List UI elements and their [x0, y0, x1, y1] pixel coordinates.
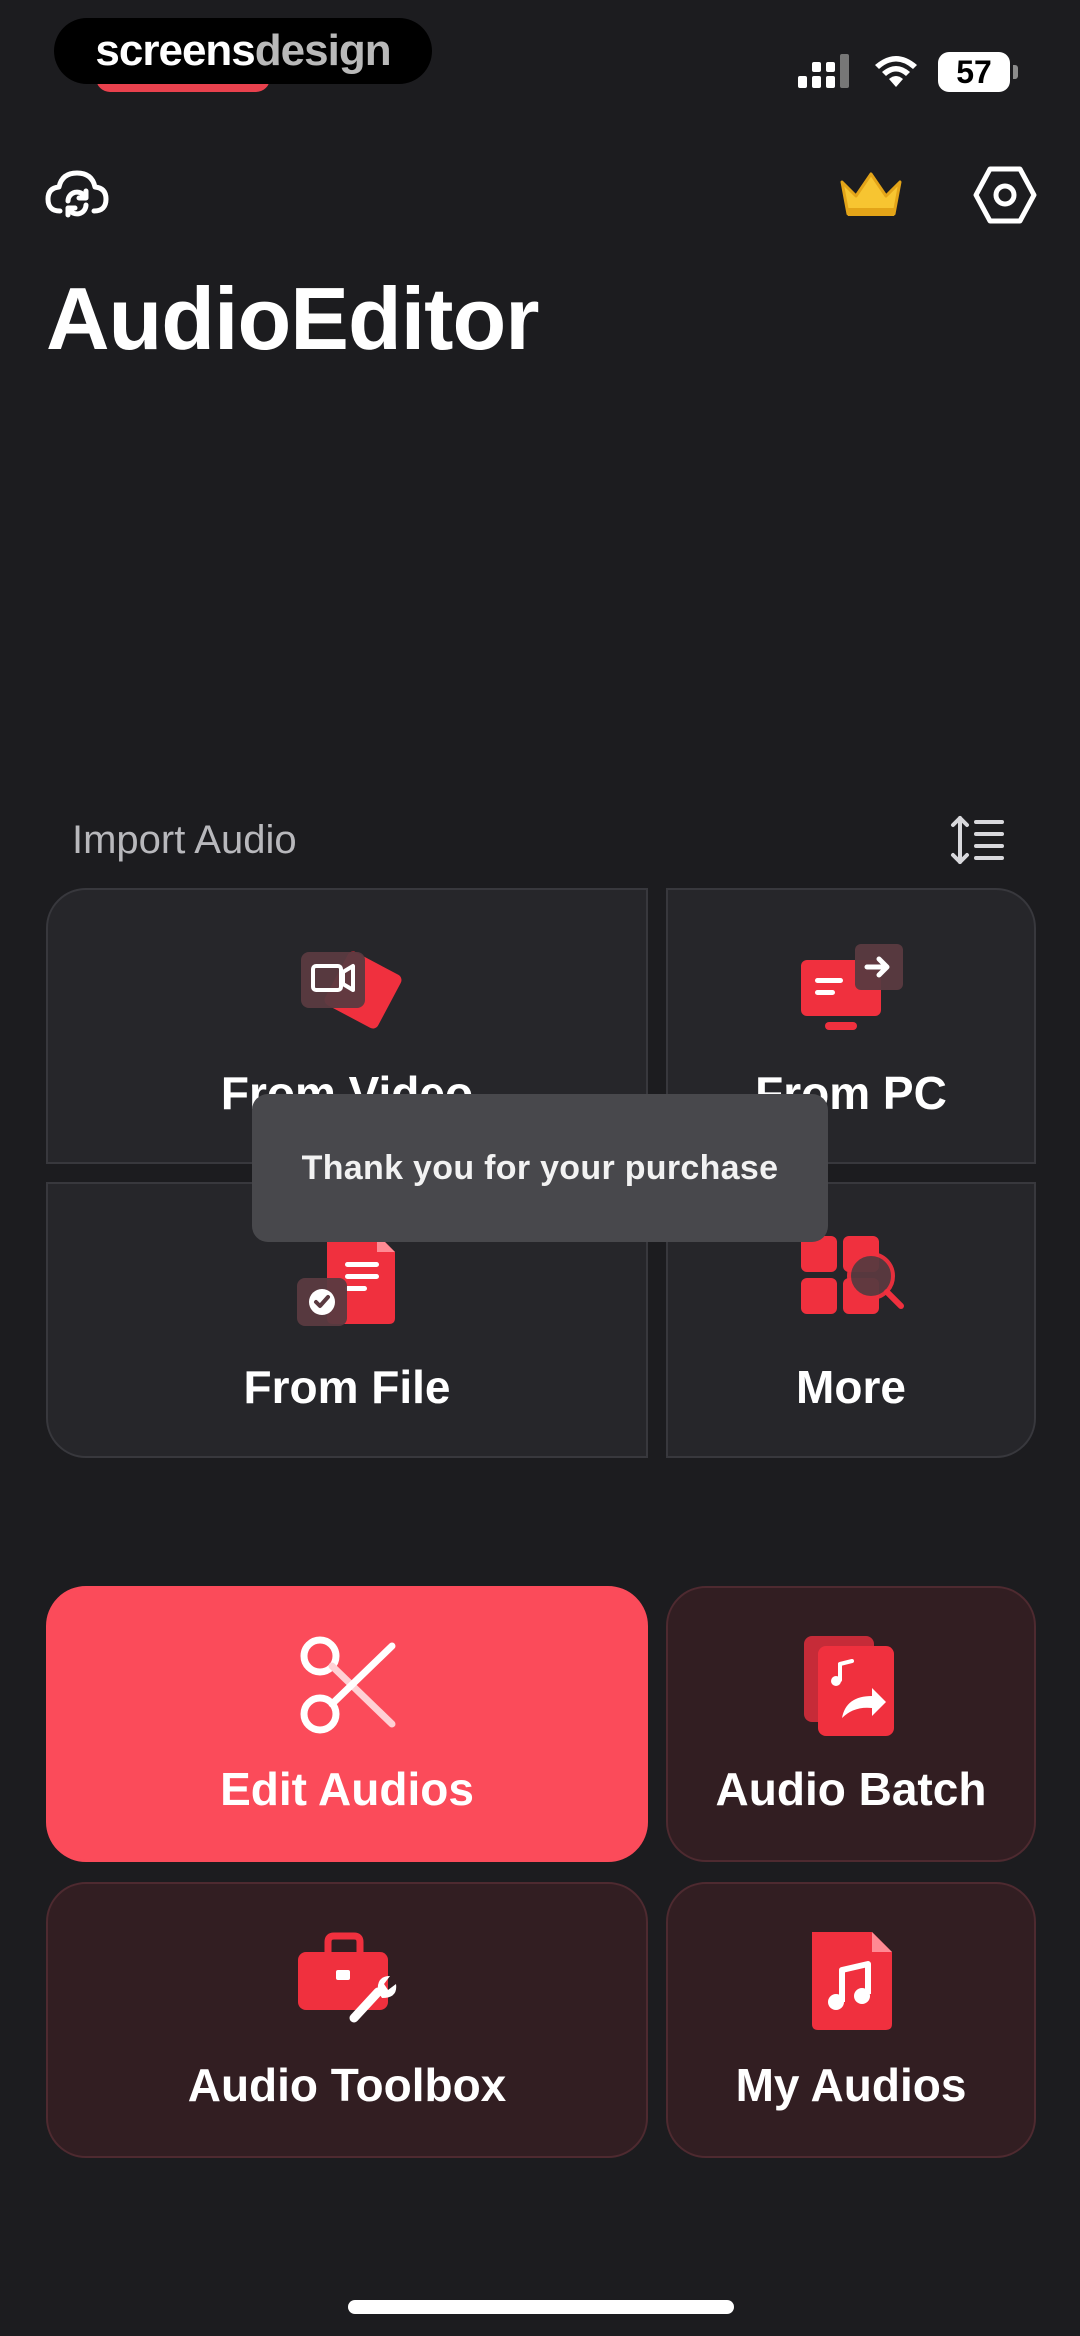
import-card-label: From File	[243, 1361, 451, 1413]
audio-batch-icon	[796, 1630, 906, 1740]
watermark-part1: screens	[95, 26, 255, 75]
scissors-icon	[292, 1630, 402, 1740]
file-icon	[287, 1226, 407, 1346]
feature-label: My Audios	[735, 2059, 967, 2111]
music-file-icon	[796, 1926, 906, 2036]
pc-transfer-icon	[791, 932, 911, 1052]
my-audios-button[interactable]: My Audios	[666, 1882, 1036, 2158]
audio-batch-button[interactable]: Audio Batch	[666, 1586, 1036, 1862]
import-card-label: More	[796, 1361, 906, 1413]
home-screen: screensdesign 57 AudioEditor Import Audi…	[0, 0, 1080, 2336]
signal-icon	[798, 54, 849, 88]
section-label: Import Audio	[72, 818, 297, 862]
app-title: AudioEditor	[46, 269, 539, 368]
sort-icon[interactable]	[950, 812, 1006, 868]
watermark: screensdesign	[54, 18, 432, 84]
watermark-part2: design	[254, 26, 392, 75]
more-grid-icon	[791, 1226, 911, 1346]
purchase-toast: Thank you for your purchase	[252, 1094, 828, 1242]
cloud-sync-icon[interactable]	[42, 160, 112, 230]
feature-label: Edit Audios	[220, 1763, 474, 1815]
feature-label: Audio Toolbox	[187, 2059, 507, 2111]
audio-toolbox-button[interactable]: Audio Toolbox	[46, 1882, 648, 2158]
crown-icon[interactable]	[836, 160, 906, 230]
settings-icon[interactable]	[970, 160, 1040, 230]
feature-label: Audio Batch	[715, 1763, 987, 1815]
wifi-icon	[875, 56, 917, 87]
status-icons: 57	[798, 50, 1018, 94]
toolbox-icon	[292, 1926, 402, 2036]
edit-audios-button[interactable]: Edit Audios	[46, 1586, 648, 1862]
video-icon	[287, 932, 407, 1052]
home-indicator[interactable]	[348, 2300, 734, 2314]
battery-icon: 57	[938, 52, 1018, 92]
